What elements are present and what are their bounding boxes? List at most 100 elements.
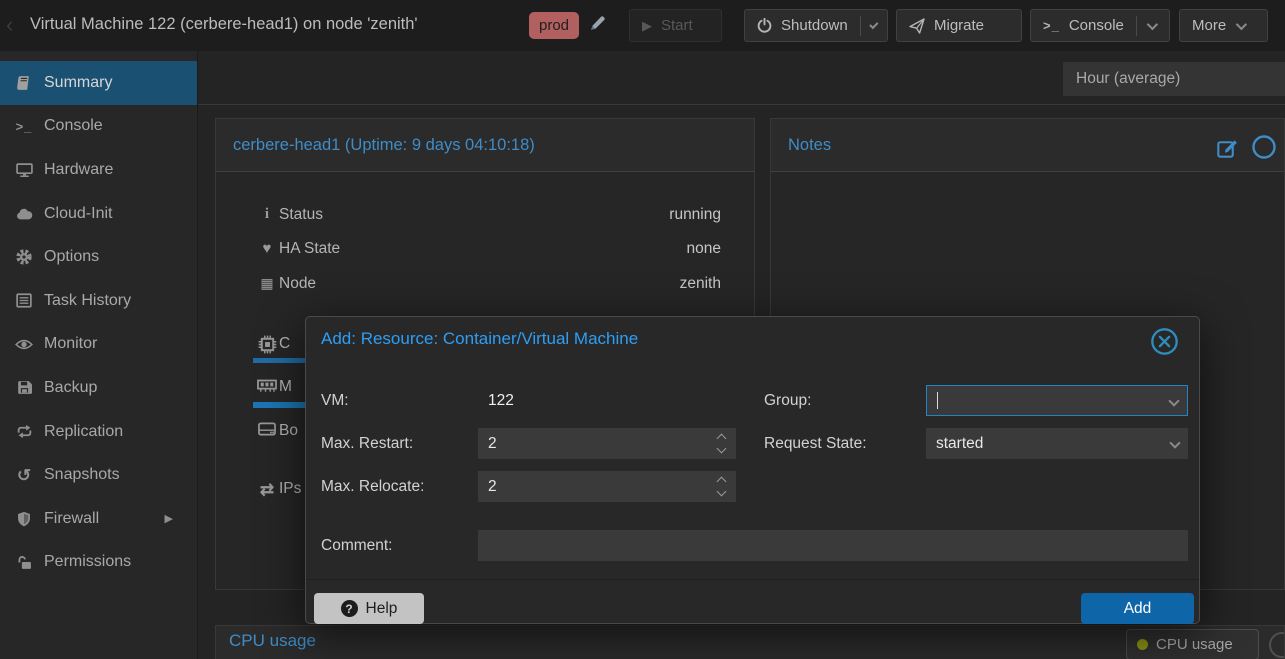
cpu-usage-panel: CPU usage CPU usage — [215, 625, 1285, 659]
help-circle-icon[interactable] — [1252, 135, 1276, 159]
status-panel-title: cerbere-head1 (Uptime: 9 days 04:10:18) — [233, 136, 535, 155]
console-button-label: Console — [1069, 17, 1124, 34]
repeat-icon — [13, 424, 35, 439]
eye-icon — [13, 338, 35, 351]
ha-state-row: ♥ HA State none — [216, 239, 754, 263]
spinner-control[interactable] — [710, 471, 732, 502]
add-resource-modal: Add: Resource: Container/Virtual Machine… — [305, 316, 1200, 624]
harddisk-icon — [256, 422, 278, 436]
sidebar: Summary >_ Console Hardware Cloud-Init O… — [0, 51, 198, 659]
text-caret — [937, 392, 938, 409]
status-panel-header: cerbere-head1 (Uptime: 9 days 04:10:18) — [216, 119, 754, 172]
row-label: Node — [279, 275, 316, 293]
node-row: ▦ Node zenith — [216, 274, 754, 298]
modal-footer-divider — [306, 579, 1199, 580]
group-label: Group: — [764, 392, 811, 410]
row-label: Status — [279, 206, 323, 224]
sidebar-item-label: Backup — [44, 379, 97, 397]
console-button[interactable]: >_ Console — [1030, 9, 1170, 42]
sidebar-item-snapshots[interactable]: ↺ Snapshots — [0, 453, 197, 497]
chevron-down-icon[interactable] — [1147, 18, 1158, 29]
sidebar-item-label: Options — [44, 248, 99, 266]
heartbeat-icon: ♥ — [256, 240, 278, 257]
cpu-icon — [256, 335, 278, 354]
edit-tags-icon[interactable] — [590, 15, 606, 31]
shutdown-button[interactable]: Shutdown — [744, 9, 888, 42]
split-divider — [1136, 16, 1137, 36]
migrate-button[interactable]: Migrate — [896, 9, 1022, 42]
submenu-expand-icon[interactable]: ▶ — [165, 512, 173, 525]
toolbar-divider — [198, 104, 1285, 105]
row-value: zenith — [680, 275, 721, 293]
sidebar-item-task-history[interactable]: Task History — [0, 279, 197, 323]
back-icon[interactable]: ‹ — [6, 12, 13, 38]
sidebar-item-label: Console — [44, 117, 103, 135]
start-button-label: Start — [661, 17, 693, 34]
terminal-icon: >_ — [13, 120, 35, 133]
row-label: M — [279, 378, 292, 396]
modal-title: Add: Resource: Container/Virtual Machine — [321, 329, 638, 349]
spinner-down-icon[interactable] — [716, 444, 726, 454]
book-icon — [13, 75, 35, 91]
spinner-up-icon[interactable] — [716, 477, 726, 487]
chevron-down-icon[interactable] — [1169, 437, 1180, 448]
sidebar-item-permissions[interactable]: Permissions — [0, 541, 197, 585]
row-value: none — [687, 240, 721, 258]
chevron-down-icon[interactable] — [1168, 395, 1179, 406]
chevron-down-icon[interactable] — [869, 20, 878, 29]
sidebar-item-cloud-init[interactable]: Cloud-Init — [0, 192, 197, 236]
sidebar-item-replication[interactable]: Replication — [0, 410, 197, 454]
comment-label: Comment: — [321, 537, 393, 555]
sidebar-item-console[interactable]: >_ Console — [0, 105, 197, 149]
notes-panel-header: Notes — [771, 119, 1284, 172]
list-icon — [13, 293, 35, 308]
sidebar-item-options[interactable]: Options — [0, 235, 197, 279]
proxmox-screen: ‹ Virtual Machine 122 (cerbere-head1) on… — [0, 0, 1285, 659]
add-button-label: Add — [1124, 600, 1152, 618]
max-restart-value: 2 — [488, 435, 497, 453]
help-button[interactable]: ? Help — [314, 593, 424, 624]
sidebar-item-summary[interactable]: Summary — [0, 61, 197, 105]
more-button[interactable]: More — [1179, 9, 1268, 42]
legend-help-icon[interactable] — [1269, 632, 1285, 658]
display-icon — [13, 162, 35, 178]
max-relocate-input[interactable]: 2 — [478, 471, 736, 502]
start-button[interactable]: ▶ Start — [629, 9, 722, 42]
time-range-value: Hour (average) — [1076, 70, 1180, 87]
sidebar-item-label: Hardware — [44, 161, 113, 179]
gear-icon — [13, 249, 35, 265]
history-icon: ↺ — [13, 467, 35, 484]
edit-notes-icon[interactable] — [1217, 137, 1238, 158]
chart-legend[interactable]: CPU usage — [1126, 629, 1259, 659]
close-icon[interactable] — [1150, 327, 1179, 356]
chevron-down-icon — [1236, 18, 1247, 29]
max-restart-input[interactable]: 2 — [478, 428, 736, 459]
sidebar-item-label: Cloud-Init — [44, 205, 112, 223]
sidebar-item-label: Task History — [44, 292, 131, 310]
comment-input[interactable] — [478, 530, 1188, 561]
time-range-select[interactable]: Hour (average) — [1063, 62, 1285, 96]
max-relocate-label: Max. Relocate: — [321, 478, 424, 496]
group-combobox[interactable] — [926, 385, 1188, 416]
help-button-label: Help — [366, 600, 398, 618]
spinner-control[interactable] — [710, 428, 732, 459]
sidebar-item-hardware[interactable]: Hardware — [0, 148, 197, 192]
legend-dot-icon — [1137, 639, 1148, 650]
sidebar-item-backup[interactable]: Backup — [0, 366, 197, 410]
add-button[interactable]: Add — [1081, 593, 1194, 624]
notes-panel-title: Notes — [788, 136, 831, 155]
spinner-down-icon[interactable] — [716, 487, 726, 497]
sidebar-item-label: Firewall — [44, 510, 99, 528]
row-label: C — [279, 335, 290, 353]
sidebar-item-firewall[interactable]: Firewall ▶ — [0, 497, 197, 541]
vm-label: VM: — [321, 392, 349, 410]
sidebar-item-label: Replication — [44, 423, 123, 441]
sidebar-item-monitor[interactable]: Monitor — [0, 323, 197, 367]
request-state-combobox[interactable]: started — [926, 428, 1188, 459]
terminal-icon: >_ — [1043, 18, 1060, 33]
row-label: Bo — [279, 422, 298, 440]
spinner-up-icon[interactable] — [716, 434, 726, 444]
cloud-icon — [13, 207, 35, 221]
top-bar: ‹ Virtual Machine 122 (cerbere-head1) on… — [0, 0, 1285, 51]
max-restart-label: Max. Restart: — [321, 435, 413, 453]
